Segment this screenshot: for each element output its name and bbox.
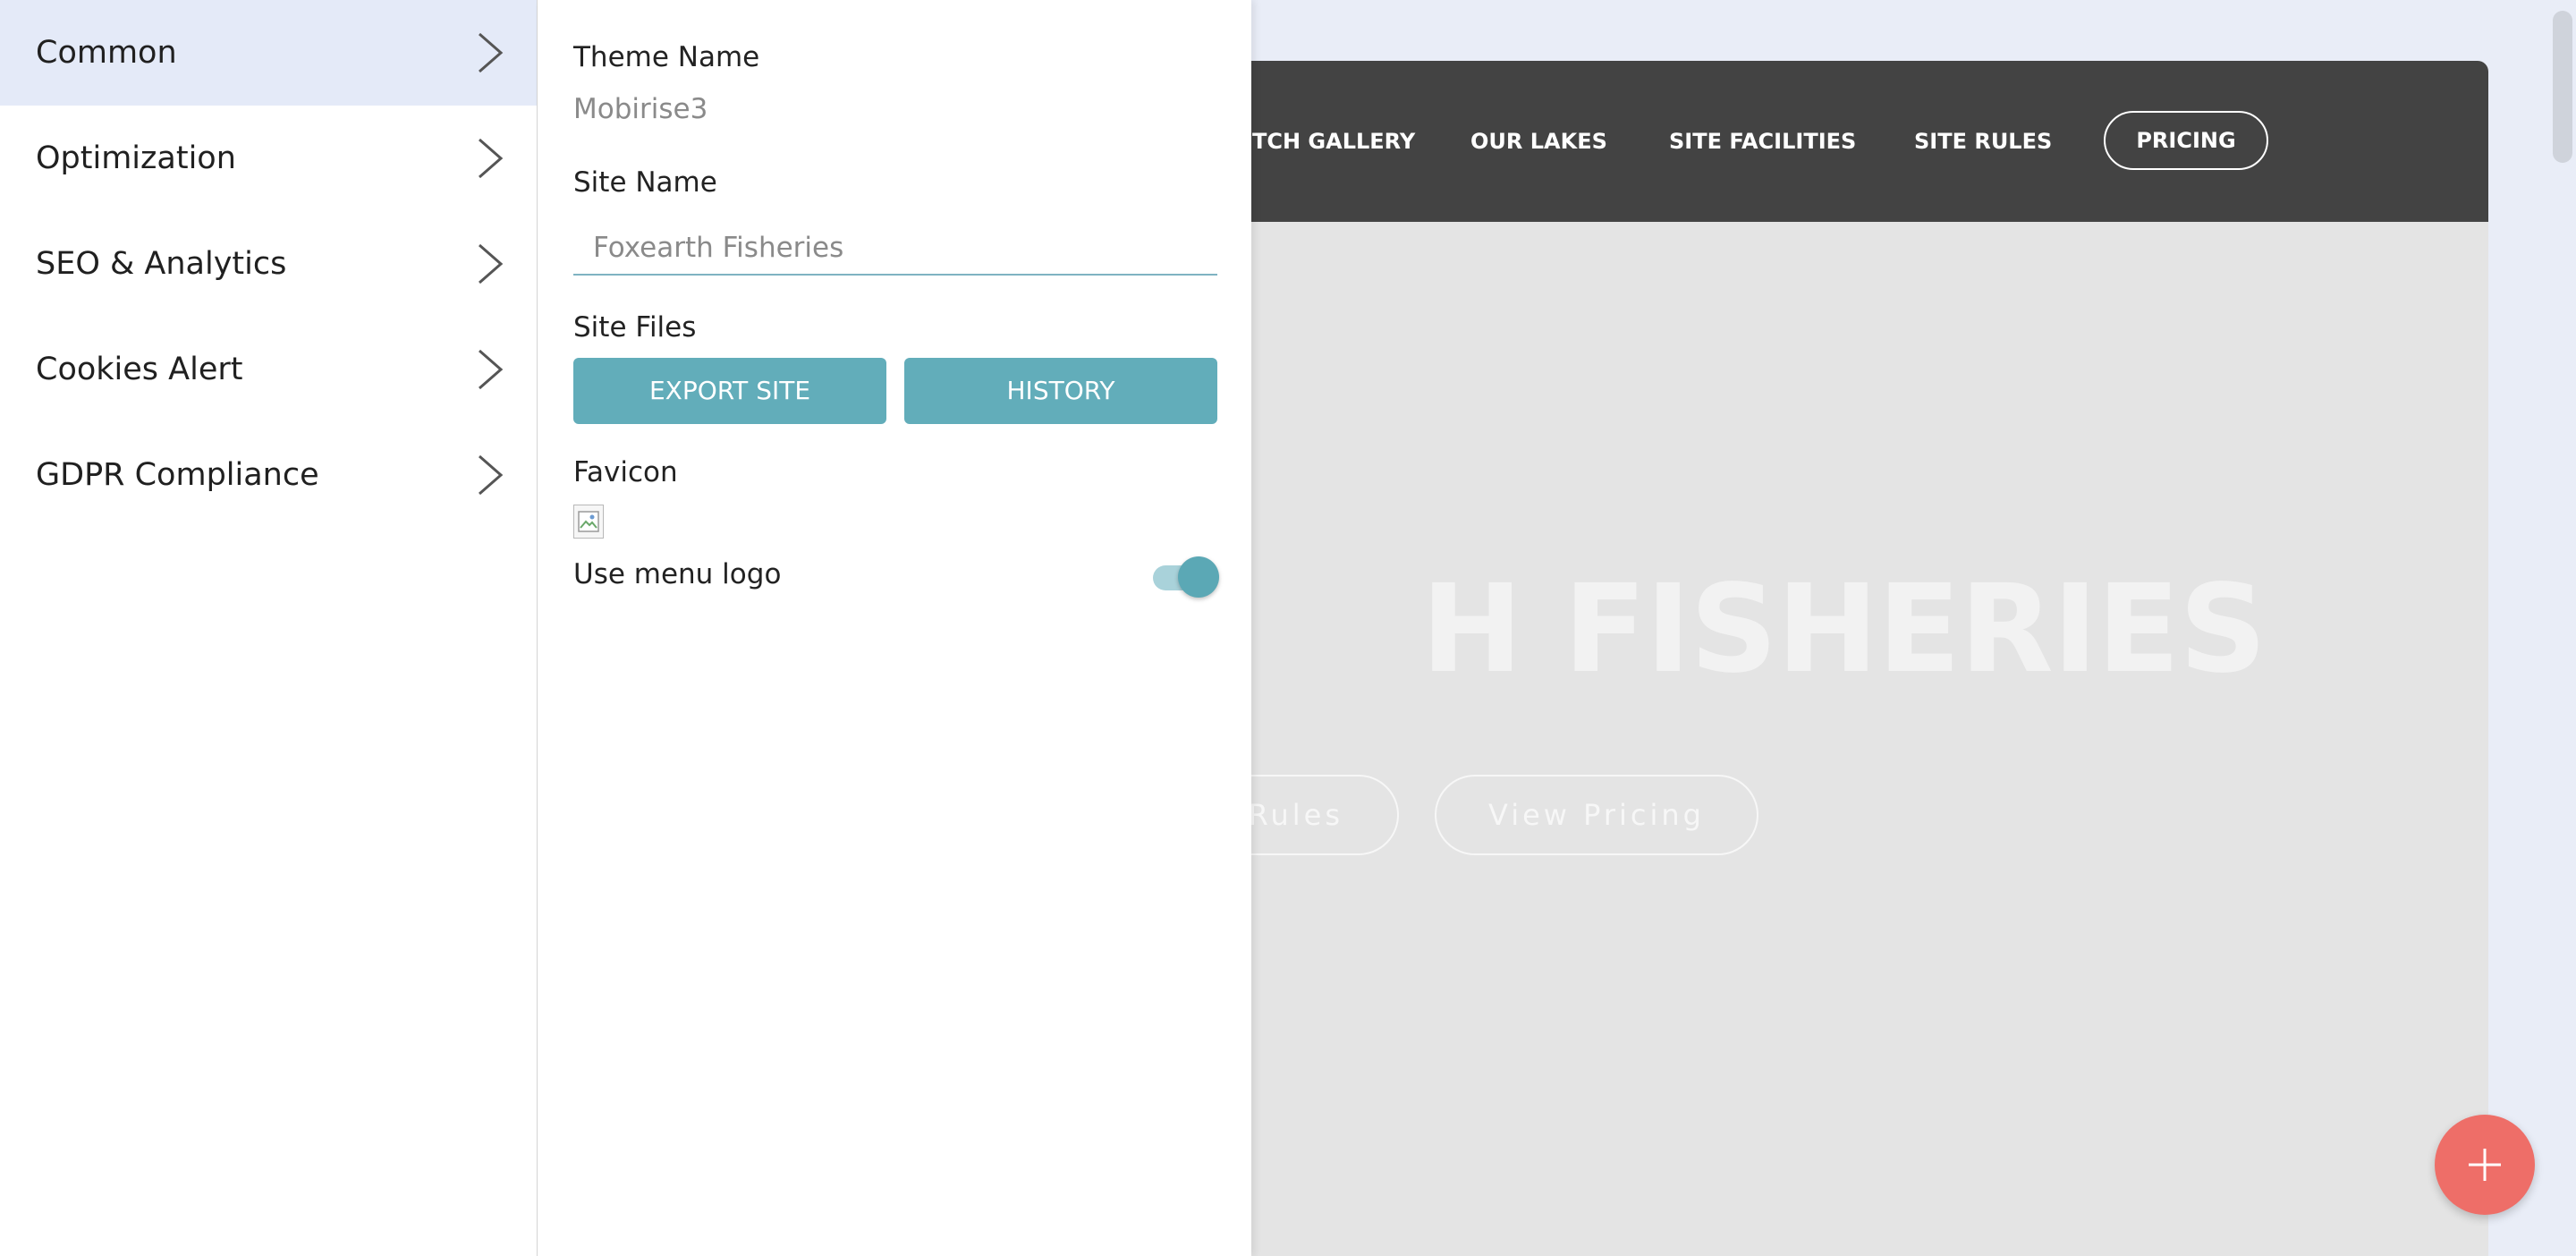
common-settings-panel: Theme Name Mobirise3 Site Name Site File… [538, 0, 1251, 1256]
chevron-right-icon [479, 32, 504, 73]
site-preview-frame: TCH GALLERY OUR LAKES SITE FACILITIES SI… [1199, 61, 2488, 1256]
menu-item-gdpr-compliance[interactable]: GDPR Compliance [0, 422, 537, 528]
chevron-right-icon [479, 138, 504, 179]
menu-item-label: SEO & Analytics [36, 246, 287, 282]
chevron-right-icon [479, 454, 504, 496]
history-button[interactable]: HISTORY [904, 358, 1217, 424]
menu-item-label: GDPR Compliance [36, 457, 319, 493]
site-navbar: TCH GALLERY OUR LAKES SITE FACILITIES SI… [1199, 61, 2488, 222]
nav-link-our-lakes[interactable]: OUR LAKES [1470, 125, 1607, 157]
toggle-knob [1178, 556, 1219, 598]
use-menu-logo-toggle[interactable] [1153, 555, 1219, 599]
window-scrollbar-thumb[interactable] [2553, 11, 2572, 163]
menu-item-cookies-alert[interactable]: Cookies Alert [0, 317, 537, 422]
theme-name-label: Theme Name [573, 41, 760, 73]
theme-name-value: Mobirise3 [573, 93, 708, 125]
favicon-image[interactable] [573, 505, 604, 539]
menu-item-label: Cookies Alert [36, 352, 243, 387]
hero-view-pricing-button[interactable]: View Pricing [1435, 775, 1758, 855]
chevron-right-icon [479, 243, 504, 284]
use-menu-logo-label: Use menu logo [573, 558, 782, 590]
export-site-button[interactable]: EXPORT SITE [573, 358, 886, 424]
site-name-input[interactable] [573, 222, 1217, 276]
nav-link-gallery[interactable]: TCH GALLERY [1252, 125, 1415, 157]
nav-pricing-button[interactable]: PRICING [2104, 111, 2268, 170]
plus-icon [2469, 1149, 2501, 1181]
chevron-right-icon [479, 349, 504, 390]
add-block-button[interactable] [2435, 1115, 2535, 1215]
favicon-label: Favicon [573, 456, 678, 488]
menu-item-seo-analytics[interactable]: SEO & Analytics [0, 211, 537, 317]
broken-image-icon [578, 511, 599, 532]
settings-category-menu: Common Optimization SEO & Analytics Cook… [0, 0, 538, 1256]
hero-title: H FISHERIES [1420, 559, 2267, 700]
menu-item-common[interactable]: Common [0, 0, 537, 106]
window-scrollbar[interactable] [2551, 0, 2576, 1256]
menu-item-label: Optimization [36, 140, 236, 176]
nav-link-site-rules[interactable]: SITE RULES [1914, 125, 2052, 157]
site-name-label: Site Name [573, 166, 717, 199]
menu-item-optimization[interactable]: Optimization [0, 106, 537, 211]
nav-link-site-facilities[interactable]: SITE FACILITIES [1669, 125, 1856, 157]
menu-item-label: Common [36, 35, 177, 71]
site-files-label: Site Files [573, 311, 697, 344]
